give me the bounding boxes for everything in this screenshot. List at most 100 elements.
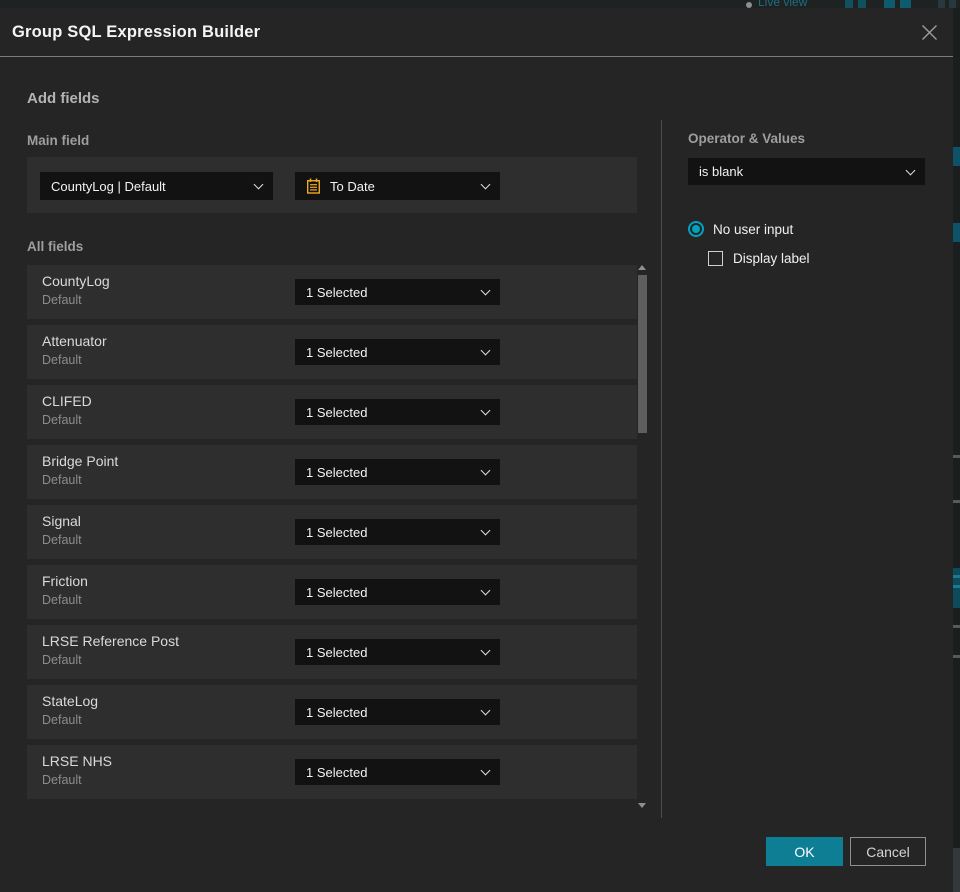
scroll-up-arrow-icon[interactable] <box>638 265 646 270</box>
field-name: Friction <box>42 573 88 589</box>
field-selected-dropdown[interactable]: 1 Selected <box>295 339 500 365</box>
background-panel-fragment <box>953 455 960 458</box>
chevron-down-icon <box>480 345 491 356</box>
field-selected-dropdown[interactable]: 1 Selected <box>295 459 500 485</box>
field-selected-dropdown[interactable]: 1 Selected <box>295 519 500 545</box>
operator-select[interactable]: is blank <box>688 158 925 185</box>
field-selected-dropdown[interactable]: 1 Selected <box>295 579 500 605</box>
close-icon <box>921 24 937 40</box>
background-toolbar-fragment <box>858 0 866 8</box>
field-default-label: Default <box>42 593 82 607</box>
close-button[interactable] <box>918 21 940 43</box>
all-fields-list: CountyLog Default 1 Selected Attenuator … <box>27 265 637 805</box>
chevron-down-icon <box>480 765 491 776</box>
field-default-label: Default <box>42 713 82 727</box>
background-panel-fragment <box>953 147 960 166</box>
field-selected-dropdown[interactable]: 1 Selected <box>295 759 500 785</box>
add-fields-heading: Add fields <box>27 90 100 107</box>
background-panel-fragment <box>953 625 960 628</box>
field-selected-dropdown[interactable]: 1 Selected <box>295 639 500 665</box>
background-panel-fragment <box>953 655 960 658</box>
no-user-input-radio[interactable]: No user input <box>688 221 793 237</box>
field-row: LRSE NHS Default 1 Selected <box>27 745 637 799</box>
main-field-label: Main field <box>27 133 90 148</box>
radio-selected-icon <box>688 221 704 237</box>
scrollbar-thumb[interactable] <box>638 275 647 433</box>
display-label-label: Display label <box>733 251 810 266</box>
field-default-label: Default <box>42 293 82 307</box>
operator-select-value: is blank <box>699 164 744 179</box>
field-default-label: Default <box>42 413 82 427</box>
field-row: CLIFED Default 1 Selected <box>27 385 637 439</box>
background-panel-fragment <box>953 500 960 503</box>
field-name: LRSE Reference Post <box>42 633 179 649</box>
chevron-down-icon <box>480 285 491 296</box>
field-selected-value: 1 Selected <box>306 584 368 600</box>
group-sql-expression-builder-dialog: Group SQL Expression Builder Add fields … <box>0 8 953 892</box>
field-row: Bridge Point Default 1 Selected <box>27 445 637 499</box>
chevron-down-icon <box>480 585 491 596</box>
field-selected-value: 1 Selected <box>306 644 368 660</box>
dialog-title: Group SQL Expression Builder <box>12 22 261 41</box>
chevron-down-icon <box>480 645 491 656</box>
calendar-to-date-icon <box>306 178 321 194</box>
cancel-button[interactable]: Cancel <box>850 837 926 866</box>
background-toolbar-fragment <box>884 0 895 8</box>
background-toolbar-fragment <box>938 0 945 8</box>
background-panel-fragment <box>953 575 960 578</box>
checkbox-unchecked-icon <box>708 251 723 266</box>
field-row: CountyLog Default 1 Selected <box>27 265 637 319</box>
field-default-label: Default <box>42 533 82 547</box>
field-selected-value: 1 Selected <box>306 284 368 300</box>
main-field-panel: CountyLog | Default To Date <box>27 157 637 213</box>
live-view-label: Live view <box>758 0 808 8</box>
field-row: Attenuator Default 1 Selected <box>27 325 637 379</box>
field-selected-dropdown[interactable]: 1 Selected <box>295 279 500 305</box>
background-panel-fragment <box>953 223 960 242</box>
background-toolbar-fragment <box>900 0 911 8</box>
field-selected-dropdown[interactable]: 1 Selected <box>295 699 500 725</box>
field-name: Signal <box>42 513 81 529</box>
live-view-button[interactable]: Live view <box>758 0 822 8</box>
chevron-down-icon <box>480 179 491 190</box>
main-field-select-value: CountyLog | Default <box>51 178 166 194</box>
field-selected-value: 1 Selected <box>306 524 368 540</box>
display-label-checkbox[interactable]: Display label <box>708 251 810 266</box>
ok-button[interactable]: OK <box>766 837 843 866</box>
field-selected-value: 1 Selected <box>306 704 368 720</box>
list-scrollbar[interactable] <box>637 263 648 808</box>
chevron-down-icon <box>480 405 491 416</box>
date-type-select[interactable]: To Date <box>295 172 500 200</box>
field-selected-value: 1 Selected <box>306 764 368 780</box>
chevron-down-icon <box>905 165 916 175</box>
field-row: Signal Default 1 Selected <box>27 505 637 559</box>
field-name: Attenuator <box>42 333 107 349</box>
chevron-down-icon <box>480 705 491 716</box>
background-toolbar-fragment <box>845 0 853 8</box>
chevron-down-icon <box>480 525 491 536</box>
field-selected-dropdown[interactable]: 1 Selected <box>295 399 500 425</box>
field-row: LRSE Reference Post Default 1 Selected <box>27 625 637 679</box>
field-default-label: Default <box>42 353 82 367</box>
scroll-down-arrow-icon[interactable] <box>638 803 646 808</box>
background-app-bar: Live view <box>0 0 960 8</box>
background-panel-fragment <box>953 848 960 892</box>
chevron-down-icon <box>480 465 491 476</box>
field-default-label: Default <box>42 653 82 667</box>
date-type-select-value: To Date <box>330 178 375 194</box>
background-side-panel <box>953 8 960 892</box>
field-selected-value: 1 Selected <box>306 464 368 480</box>
field-row: StateLog Default 1 Selected <box>27 685 637 739</box>
field-name: StateLog <box>42 693 99 709</box>
column-divider <box>661 120 662 818</box>
background-panel-fragment <box>953 568 960 608</box>
field-name: LRSE NHS <box>42 753 113 769</box>
main-field-select[interactable]: CountyLog | Default <box>40 172 273 200</box>
field-name: Bridge Point <box>42 453 119 469</box>
field-row: Friction Default 1 Selected <box>27 565 637 619</box>
background-panel-fragment <box>953 585 960 588</box>
field-selected-value: 1 Selected <box>306 404 368 420</box>
chevron-down-icon <box>253 179 264 190</box>
field-name: CountyLog <box>42 273 110 289</box>
dialog-header: Group SQL Expression Builder <box>0 8 953 57</box>
